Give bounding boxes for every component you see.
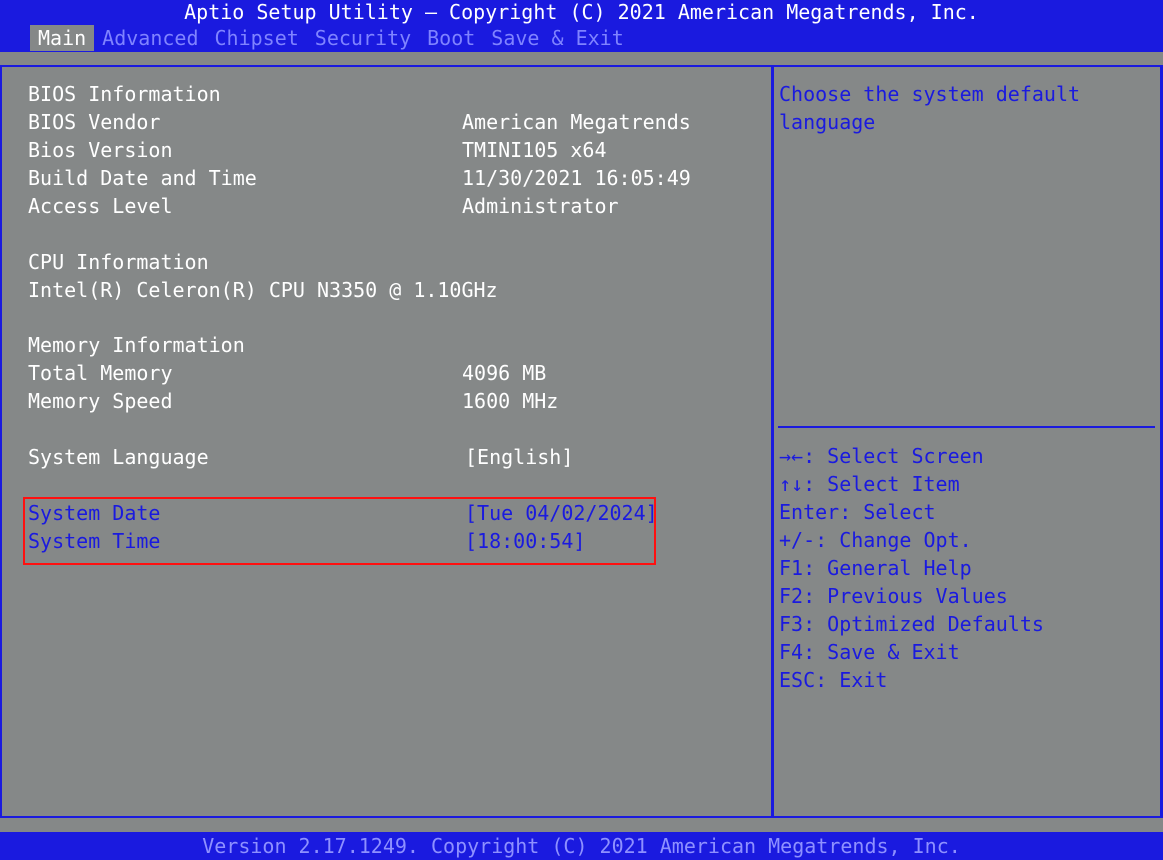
bios-vendor-value: American Megatrends [462, 110, 691, 134]
build-date-value: 11/30/2021 16:05:49 [462, 166, 691, 190]
system-language-label[interactable]: System Language [28, 443, 209, 471]
key-change-option: +/-: Change Opt. [779, 528, 972, 552]
access-level-value: Administrator [462, 194, 619, 218]
tab-bar: Main Advanced Chipset Security Boot Save… [30, 25, 632, 51]
memory-speed-value: 1600 MHz [462, 389, 559, 413]
build-date-label: Build Date and Time [28, 166, 257, 190]
tab-boot[interactable]: Boot [419, 25, 483, 51]
total-memory-value: 4096 MB [462, 361, 547, 385]
panel-divider [771, 65, 774, 818]
frame-left-border [0, 65, 2, 818]
tab-security[interactable]: Security [307, 25, 419, 51]
key-general-help: F1: General Help [779, 556, 972, 580]
bios-version-value: TMINI105 x64 [462, 138, 607, 162]
key-previous-values: F2: Previous Values [779, 584, 1008, 608]
key-legend: →←: Select Screen ↑↓: Select Item Enter:… [779, 442, 1044, 694]
bios-version-label: Bios Version [28, 138, 173, 162]
system-language-select[interactable]: [English] [465, 443, 573, 471]
key-select-item: ↑↓: Select Item [779, 472, 960, 496]
tab-advanced[interactable]: Advanced [94, 25, 206, 51]
cpu-information-heading: CPU Information [28, 250, 209, 274]
help-description: Choose the system default language [779, 82, 1093, 134]
app-title: Aptio Setup Utility – Copyright (C) 2021… [184, 0, 979, 24]
date-time-highlight-box [23, 497, 656, 565]
total-memory-label: Total Memory [28, 361, 173, 385]
tab-chipset[interactable]: Chipset [207, 25, 307, 51]
memory-information-heading: Memory Information [28, 333, 245, 357]
key-save-exit: F4: Save & Exit [779, 640, 960, 664]
memory-speed-label: Memory Speed [28, 389, 173, 413]
key-escape-exit: ESC: Exit [779, 668, 888, 692]
bios-vendor-label: BIOS Vendor [28, 110, 161, 134]
footer-version: Version 2.17.1249. Copyright (C) 2021 Am… [0, 832, 1163, 860]
help-separator [778, 426, 1155, 428]
tab-save-exit[interactable]: Save & Exit [483, 25, 631, 51]
access-level-label: Access Level [28, 194, 173, 218]
bios-information-heading: BIOS Information [28, 82, 221, 106]
key-select-screen: →←: Select Screen [779, 444, 984, 468]
key-enter-select: Enter: Select [779, 500, 936, 524]
cpu-model: Intel(R) Celeron(R) CPU N3350 @ 1.10GHz [28, 278, 498, 302]
key-optimized-defaults: F3: Optimized Defaults [779, 612, 1044, 636]
tab-main[interactable]: Main [30, 25, 95, 51]
